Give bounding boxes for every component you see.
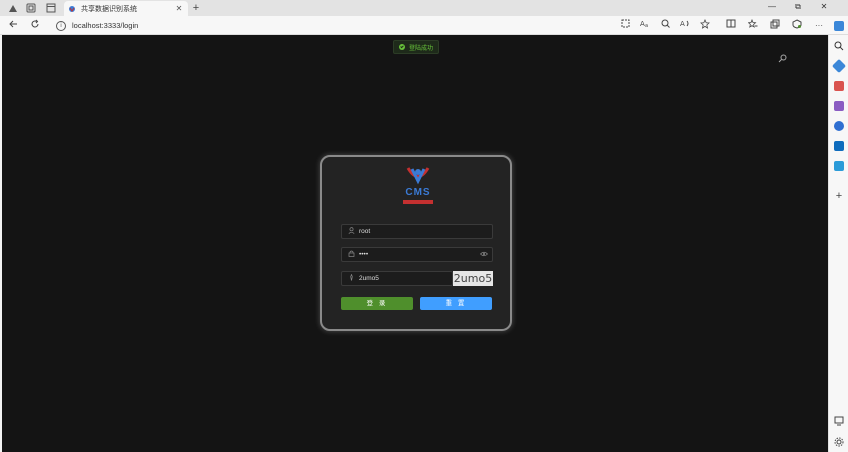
settings-gear-icon[interactable] — [834, 437, 844, 447]
new-tab-button[interactable]: + — [190, 1, 202, 15]
profile-icon[interactable] — [6, 2, 20, 14]
sidebar-customize-icon[interactable] — [834, 416, 844, 426]
password-field[interactable] — [341, 247, 493, 262]
system-logo: CMS — [390, 165, 446, 207]
svg-text:A: A — [680, 20, 685, 28]
tools-icon[interactable] — [834, 81, 844, 91]
lock-icon — [347, 250, 355, 259]
success-check-icon — [399, 44, 405, 50]
captcha-input[interactable] — [359, 275, 452, 282]
copilot-icon[interactable] — [834, 21, 844, 31]
pin-icon[interactable] — [778, 54, 787, 65]
reset-button[interactable]: 重 置 — [420, 297, 492, 310]
read-aloud-icon[interactable]: A — [678, 19, 692, 32]
address-toolbar: i localhost:3333/login Aa A ··· — [0, 16, 848, 35]
favorite-star-icon[interactable] — [698, 18, 712, 32]
translate-icon[interactable]: Aa — [638, 19, 652, 32]
toast-message: 登陆成功 — [409, 45, 434, 52]
tab-title: 共享数据识别系统 — [81, 5, 137, 13]
drop-icon[interactable] — [834, 161, 844, 171]
captcha-icon — [347, 273, 355, 283]
password-input[interactable] — [359, 251, 479, 258]
login-card: CMS 2umo5 登 录 重 置 — [320, 155, 512, 331]
screenshot-icon[interactable] — [618, 19, 632, 32]
address-bar[interactable]: i localhost:3333/login — [56, 18, 616, 33]
username-field[interactable] — [341, 224, 493, 239]
logo-emblem-icon — [406, 167, 430, 185]
favorites-icon[interactable] — [746, 18, 760, 32]
edge-sidebar: + — [828, 21, 848, 452]
refresh-icon[interactable] — [28, 19, 42, 32]
active-tab[interactable]: 共享数据识别系统 ✕ — [64, 1, 188, 16]
search-icon[interactable] — [834, 41, 844, 51]
logo-title: CMS — [405, 187, 431, 198]
back-icon[interactable] — [6, 19, 20, 32]
show-password-icon[interactable] — [479, 251, 489, 259]
page-viewport: 登陆成功 CMS root •••• 2umo5 2umo5 登 录 重 置 — [2, 35, 828, 452]
captcha-field[interactable] — [341, 271, 453, 286]
more-options-icon[interactable]: ··· — [812, 19, 826, 32]
split-screen-icon[interactable] — [724, 19, 738, 32]
captcha-image[interactable]: 2umo5 — [453, 271, 493, 286]
username-input[interactable] — [359, 228, 492, 235]
window-close-button[interactable]: ✕ — [814, 1, 834, 13]
shopping-tag-icon[interactable] — [831, 58, 847, 74]
add-sidebar-app-icon[interactable]: + — [834, 191, 844, 202]
url-text: localhost:3333/login — [72, 21, 139, 30]
tab-strip: 共享数据识别系统 ✕ + — ⧉ ✕ — [0, 0, 848, 16]
success-toast: 登陆成功 — [393, 40, 439, 54]
microsoft-365-icon[interactable] — [834, 121, 844, 131]
collections-icon[interactable] — [768, 19, 782, 32]
browser-essentials-icon[interactable] — [790, 19, 804, 32]
outlook-icon[interactable] — [834, 141, 844, 151]
restore-button[interactable]: ⧉ — [788, 1, 808, 13]
tab-close-icon[interactable]: ✕ — [174, 4, 184, 13]
login-button[interactable]: 登 录 — [341, 297, 413, 310]
zoom-icon[interactable] — [658, 19, 672, 32]
workspaces-icon[interactable] — [24, 2, 38, 14]
site-info-icon[interactable]: i — [56, 20, 66, 31]
minimize-button[interactable]: — — [762, 1, 782, 13]
games-icon[interactable] — [834, 101, 844, 111]
svg-text:a: a — [645, 23, 648, 28]
site-favicon-icon — [69, 5, 75, 12]
user-icon — [347, 227, 355, 236]
tab-actions-icon[interactable] — [44, 2, 58, 14]
logo-subtitle — [403, 200, 433, 204]
